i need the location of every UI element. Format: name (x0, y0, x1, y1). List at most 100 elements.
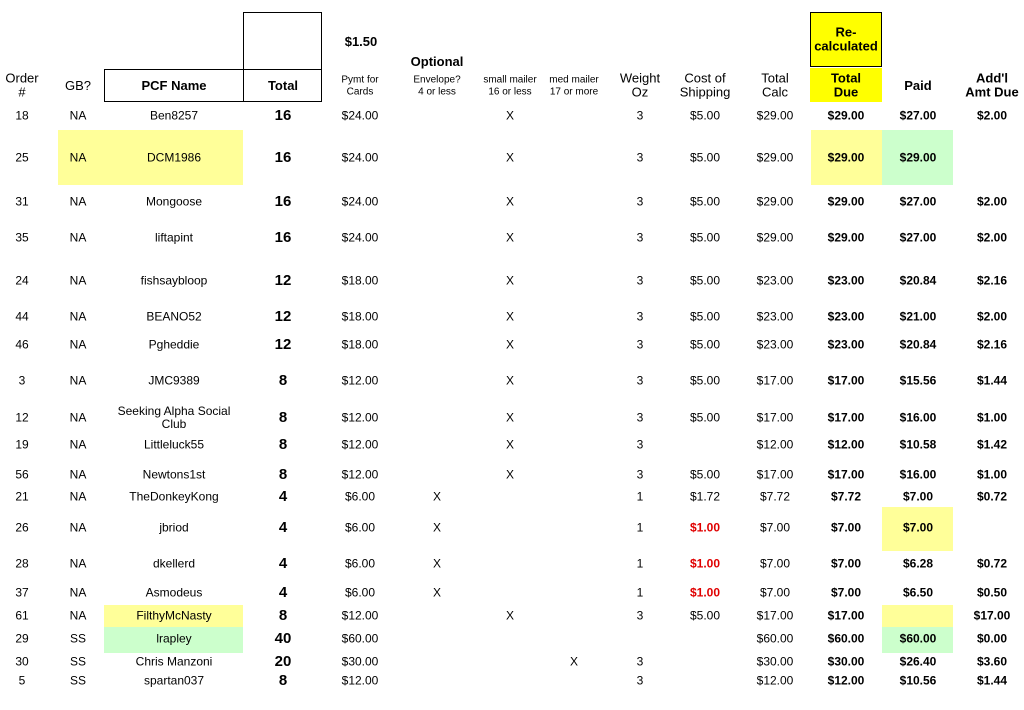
cell-paid: $15.56 (899, 373, 937, 388)
cell-med: X (569, 654, 579, 669)
cell-calc: $60.00 (756, 631, 794, 646)
cell-weight: 1 (636, 585, 644, 600)
total-calc-header: Total Calc (761, 70, 789, 100)
cell-env: X (432, 585, 442, 600)
cell-weight: 3 (636, 309, 644, 324)
cell-order: 31 (15, 194, 29, 209)
cell-due: $12.00 (827, 673, 865, 688)
cell-addl: $3.60 (976, 654, 1008, 669)
cell-paid: $6.28 (902, 556, 934, 571)
price-per-card: $1.50 (344, 33, 378, 49)
cell-name: fishsaybloop (140, 273, 208, 288)
cell-due: $17.00 (827, 410, 865, 425)
cell-gb: NA (69, 273, 87, 288)
cell-due: $23.00 (827, 309, 865, 324)
cell-due: $7.00 (830, 556, 862, 571)
cell-paid: $27.00 (899, 108, 937, 123)
cell-order: 21 (15, 489, 29, 504)
cell-total: 40 (274, 629, 292, 647)
cell-pymt: $6.00 (344, 520, 376, 535)
cell-name: FilthyMcNasty (136, 608, 212, 623)
cell-addl: $1.00 (976, 410, 1008, 425)
cell-gb: NA (69, 194, 87, 209)
pcf-name-header: PCF Name (141, 77, 207, 93)
cell-gb: NA (69, 467, 87, 482)
cell-due: $7.00 (830, 520, 862, 535)
cell-pymt: $24.00 (341, 194, 379, 209)
cell-total: 4 (278, 518, 288, 536)
cell-pymt: $12.00 (341, 673, 379, 688)
cell-due: $29.00 (827, 230, 865, 245)
cell-small: X (505, 230, 515, 245)
cell-ship: $5.00 (689, 194, 721, 209)
cell-calc: $23.00 (756, 309, 794, 324)
cell-pymt: $6.00 (344, 585, 376, 600)
cell-small: X (505, 337, 515, 352)
cell-pymt: $6.00 (344, 489, 376, 504)
cell-total: 8 (278, 435, 288, 453)
cell-gb: SS (69, 631, 87, 646)
cell-weight: 3 (636, 150, 644, 165)
cell-order: 28 (15, 556, 29, 571)
cell-gb: NA (69, 520, 87, 535)
cell-addl: $0.50 (976, 585, 1008, 600)
cell-addl: $0.00 (976, 631, 1008, 646)
cell-total: 16 (274, 148, 292, 166)
cell-pymt: $24.00 (341, 230, 379, 245)
cell-due: $29.00 (827, 194, 865, 209)
weight-oz-header: Weight Oz (619, 70, 661, 100)
cell-ship: $5.00 (689, 230, 721, 245)
cell-weight: 3 (636, 654, 644, 669)
cell-ship: $5.00 (689, 373, 721, 388)
cell-gb: SS (69, 673, 87, 688)
cell-gb: NA (69, 489, 87, 504)
cell-pymt: $6.00 (344, 556, 376, 571)
cell-weight: 3 (636, 673, 644, 688)
cell-ship: $5.00 (689, 337, 721, 352)
cell-calc: $17.00 (756, 373, 794, 388)
cell-pymt: $24.00 (341, 108, 379, 123)
cell-small: X (505, 410, 515, 425)
cell-total: 8 (278, 671, 288, 689)
cell-name: jbriod (159, 520, 189, 535)
cell-weight: 1 (636, 489, 644, 504)
cell-gb: NA (69, 108, 87, 123)
cell-total: 8 (278, 606, 288, 624)
cell-name: Ben8257 (149, 108, 199, 123)
cell-gb: NA (69, 150, 87, 165)
cell-order: 56 (15, 467, 29, 482)
cell-order: 18 (15, 108, 29, 123)
paid-header: Paid (904, 77, 932, 93)
cell-total: 8 (278, 371, 288, 389)
pymt-for-cards-header: Pymt for Cards (341, 74, 379, 98)
cell-total: 12 (274, 335, 292, 353)
cell-ship: $1.00 (689, 556, 721, 571)
cell-paid: $27.00 (899, 194, 937, 209)
cell-small: X (505, 437, 515, 452)
cell-paid: $7.00 (902, 489, 934, 504)
med-mailer-header: med mailer 17 or more (549, 74, 599, 98)
order-num-header: Order # (5, 70, 39, 100)
cell-gb: NA (69, 337, 87, 352)
cell-addl: $2.16 (976, 337, 1008, 352)
highlight-filthy-paid (882, 605, 953, 627)
cell-small: X (505, 608, 515, 623)
cell-total: 8 (278, 465, 288, 483)
optional-label: Optional (410, 53, 464, 69)
cell-total: 16 (274, 106, 292, 124)
cell-gb: NA (69, 437, 87, 452)
cell-paid: $16.00 (899, 467, 937, 482)
cell-calc: $7.00 (759, 585, 791, 600)
cell-addl: $2.16 (976, 273, 1008, 288)
cell-pymt: $12.00 (341, 608, 379, 623)
cell-paid: $10.58 (899, 437, 937, 452)
cost-of-shipping-header: Cost of Shipping (679, 70, 731, 100)
cell-gb: NA (69, 230, 87, 245)
cell-paid: $10.56 (899, 673, 937, 688)
cell-order: 30 (15, 654, 29, 669)
cell-ship: $5.00 (689, 273, 721, 288)
cell-small: X (505, 108, 515, 123)
cell-addl: $2.00 (976, 230, 1008, 245)
cell-name: lrapley (156, 631, 192, 646)
cell-order: 61 (15, 608, 29, 623)
